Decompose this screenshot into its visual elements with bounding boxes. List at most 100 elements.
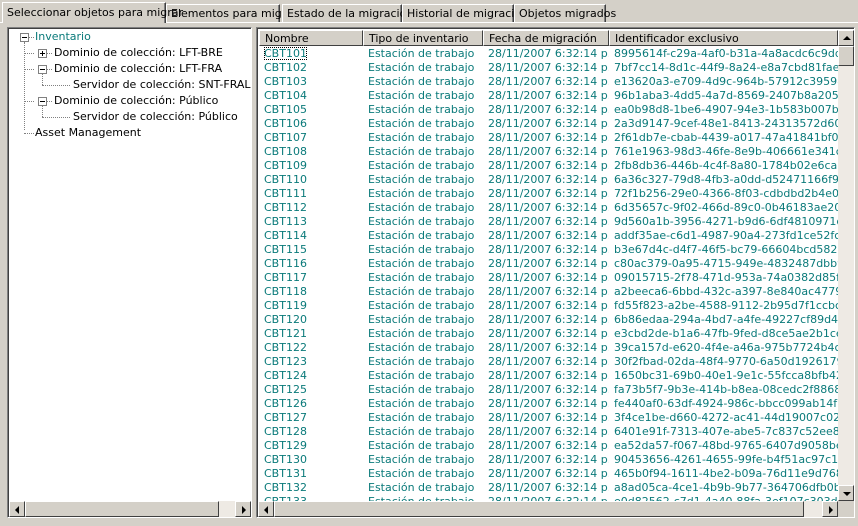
table-cell: Estación de trabajo: [363, 313, 483, 327]
table-cell: CBT111: [259, 187, 363, 201]
table-vertical-scrollbar[interactable]: [838, 30, 854, 501]
table-cell: CBT112: [259, 201, 363, 215]
cell-text: CBT131: [264, 467, 307, 480]
table-row[interactable]: CBT127 Estación de trabajo 28/11/2007 6:32…: [259, 411, 854, 425]
cell-text: CBT102: [264, 61, 307, 74]
tab-estado-migracion[interactable]: Estado de la migración: [282, 4, 413, 22]
table-row[interactable]: CBT109 Estación de trabajo 28/11/2007 6:32…: [259, 159, 854, 173]
tree-item-dominio-publico[interactable]: Dominio de colección: Público: [52, 93, 220, 109]
table-row[interactable]: CBT114 Estación de trabajo 28/11/2007 6:32…: [259, 229, 854, 243]
column-header-fecha[interactable]: Fecha de migración: [483, 30, 609, 46]
table-row[interactable]: CBT128 Estación de trabajo 28/11/2007 6:32…: [259, 425, 854, 439]
inventory-tree[interactable]: Inventario Dominio de colección: LFT-BRE…: [7, 27, 252, 518]
collapse-icon[interactable]: [38, 97, 47, 106]
table-row[interactable]: CBT106 Estación de trabajo 28/11/2007 6:32…: [259, 117, 854, 131]
tree-label: Asset Management: [35, 126, 142, 139]
cell-text: ea0b98d8-1be6-4907-94e3-1b583b007b7c: [614, 103, 838, 116]
table-row[interactable]: CBT125 Estación de trabajo 28/11/2007 6:32…: [259, 383, 854, 397]
scroll-up-button[interactable]: [838, 30, 854, 46]
tree-item-inventario[interactable]: Inventario: [33, 29, 93, 45]
table-row[interactable]: CBT115 Estación de trabajo 28/11/2007 6:32…: [259, 243, 854, 257]
table-cell: CBT125: [259, 383, 363, 397]
table-row[interactable]: CBT103 Estación de trabajo 28/11/2007 6:32…: [259, 75, 854, 89]
table-row[interactable]: CBT107 Estación de trabajo 28/11/2007 6:32…: [259, 131, 854, 145]
table-cell: 761e1963-98d3-46fe-8e9b-406661e341ca: [609, 145, 838, 159]
table-cell: Estación de trabajo: [363, 467, 483, 481]
tree-item-asset-management[interactable]: Asset Management: [33, 125, 143, 141]
table-row[interactable]: CBT123 Estación de trabajo 28/11/2007 6:32…: [259, 355, 854, 369]
scroll-thumb[interactable]: [838, 46, 854, 66]
table-row[interactable]: CBT116 Estación de trabajo 28/11/2007 6:32…: [259, 257, 854, 271]
cell-text: addf35ae-c6d1-4987-90a4-273fd1ce52fc: [614, 229, 838, 242]
table-row[interactable]: CBT129 Estación de trabajo 28/11/2007 6:32…: [259, 439, 854, 453]
scroll-left-button[interactable]: [9, 501, 25, 517]
table-cell: CBT103: [259, 75, 363, 89]
cell-text: 28/11/2007 6:32:14 p.m.: [488, 369, 609, 382]
table-row[interactable]: CBT122 Estación de trabajo 28/11/2007 6:32…: [259, 341, 854, 355]
table-cell: CBT107: [259, 131, 363, 145]
tab-elementos-para-migrar[interactable]: Elementos para migrar: [166, 4, 298, 22]
table-cell: 28/11/2007 6:32:14 p.m.: [483, 383, 609, 397]
scroll-thumb[interactable]: [274, 501, 804, 517]
table-cell: 28/11/2007 6:32:14 p.m.: [483, 187, 609, 201]
tree-item-lft-fra[interactable]: Dominio de colección: LFT-FRA: [52, 61, 224, 77]
table-cell: CBT117: [259, 271, 363, 285]
table-cell: Estación de trabajo: [363, 481, 483, 495]
cell-text: CBT111: [264, 187, 307, 200]
cell-text: 761e1963-98d3-46fe-8e9b-406661e341ca: [614, 145, 838, 158]
table-row[interactable]: CBT104 Estación de trabajo 28/11/2007 6:32…: [259, 89, 854, 103]
table-row[interactable]: CBT110 Estación de trabajo 28/11/2007 6:32…: [259, 173, 854, 187]
scroll-thumb[interactable]: [25, 501, 219, 517]
cell-text: Estación de trabajo: [368, 89, 475, 102]
scroll-right-button[interactable]: [822, 501, 838, 517]
tree-item-lft-bre[interactable]: Dominio de colección: LFT-BRE: [52, 45, 225, 61]
table-row[interactable]: CBT101 Estación de trabajo 28/11/2007 6:32…: [259, 47, 854, 61]
table-row[interactable]: CBT118 Estación de trabajo 28/11/2007 6:32…: [259, 285, 854, 299]
tree-item-snt-fralft[interactable]: Servidor de colección: SNT-FRALFT: [71, 77, 251, 93]
table-horizontal-scrollbar[interactable]: [258, 501, 838, 517]
table-cell: 6b86edaa-294a-4bd7-a4fe-49227cf89d4c: [609, 313, 838, 327]
table-row[interactable]: CBT105 Estación de trabajo 28/11/2007 6:32…: [259, 103, 854, 117]
scroll-left-button[interactable]: [258, 501, 274, 517]
scroll-down-button[interactable]: [838, 485, 854, 501]
collapse-icon[interactable]: [20, 33, 29, 42]
scroll-right-button[interactable]: [235, 501, 251, 517]
objects-table[interactable]: Nombre Tipo de inventario Fecha de migra…: [256, 27, 855, 518]
expand-icon[interactable]: [38, 49, 47, 58]
table-row[interactable]: CBT130 Estación de trabajo 28/11/2007 6:32…: [259, 453, 854, 467]
collapse-icon[interactable]: [38, 65, 47, 74]
table-row[interactable]: CBT117 Estación de trabajo 28/11/2007 6:32…: [259, 271, 854, 285]
cell-text: Estación de trabajo: [368, 173, 475, 186]
column-header-identificador[interactable]: Identificador exclusivo: [609, 30, 838, 46]
cell-text: Estación de trabajo: [368, 61, 475, 74]
arrow-left-icon: [15, 506, 19, 514]
tree-item-servidor-publico[interactable]: Servidor de colección: Público: [71, 109, 240, 125]
table-row[interactable]: CBT119 Estación de trabajo 28/11/2007 6:32…: [259, 299, 854, 313]
table-row[interactable]: CBT132 Estación de trabajo 28/11/2007 6:32…: [259, 481, 854, 495]
table-row[interactable]: CBT121 Estación de trabajo 28/11/2007 6:32…: [259, 327, 854, 341]
cell-text: 6d35657c-9f02-466d-89c0-0b46183ae201: [614, 201, 838, 214]
table-row[interactable]: CBT126 Estación de trabajo 28/11/2007 6:32…: [259, 397, 854, 411]
cell-text: 2a3d9147-9cef-48e1-8413-24313572d60d: [614, 117, 838, 130]
cell-text: 28/11/2007 6:32:14 p.m.: [488, 89, 609, 102]
cell-text: CBT103: [264, 75, 307, 88]
table-row[interactable]: CBT102 Estación de trabajo 28/11/2007 6:32…: [259, 61, 854, 75]
table-row[interactable]: CBT131 Estación de trabajo 28/11/2007 6:32…: [259, 467, 854, 481]
table-cell: 28/11/2007 6:32:14 p.m.: [483, 89, 609, 103]
column-header-nombre[interactable]: Nombre: [259, 30, 363, 46]
table-cell: 28/11/2007 6:32:14 p.m.: [483, 159, 609, 173]
table-row[interactable]: CBT120 Estación de trabajo 28/11/2007 6:32…: [259, 313, 854, 327]
table-row[interactable]: CBT113 Estación de trabajo 28/11/2007 6:32…: [259, 215, 854, 229]
scrollbar-corner: [838, 501, 854, 517]
table-row[interactable]: CBT108 Estación de trabajo 28/11/2007 6:32…: [259, 145, 854, 159]
cell-text: CBT109: [264, 159, 307, 172]
table-row[interactable]: CBT111 Estación de trabajo 28/11/2007 6:32…: [259, 187, 854, 201]
tab-historial-migracion[interactable]: Historial de migración: [402, 4, 528, 22]
tab-objetos-migrados[interactable]: Objetos migrados: [514, 4, 616, 22]
tree-horizontal-scrollbar[interactable]: [9, 501, 251, 517]
table-cell: Estación de trabajo: [363, 187, 483, 201]
tab-seleccionar-objetos[interactable]: Seleccionar objetos para migrar: [2, 2, 183, 23]
column-header-tipo[interactable]: Tipo de inventario: [363, 30, 483, 46]
table-row[interactable]: CBT112 Estación de trabajo 28/11/2007 6:32…: [259, 201, 854, 215]
table-row[interactable]: CBT124 Estación de trabajo 28/11/2007 6:32…: [259, 369, 854, 383]
